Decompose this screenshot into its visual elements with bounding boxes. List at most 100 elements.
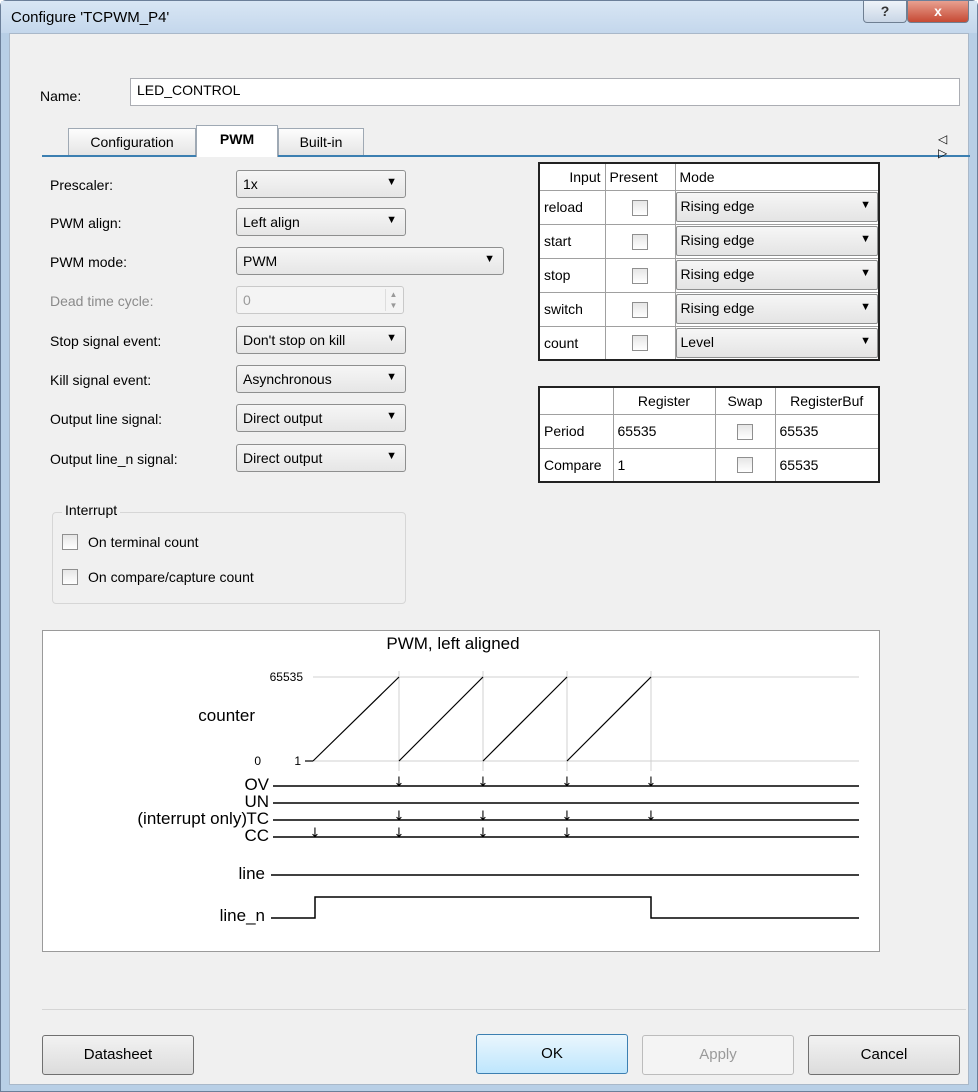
- pwm-waveform-diagram: PWM, left aligned counter 65535 0 1 OV U…: [42, 630, 880, 952]
- tab-underline: [42, 155, 970, 157]
- output-line-select[interactable]: Direct output ▼: [236, 404, 406, 432]
- dead-time-spinbox[interactable]: 0 ▲ ▼: [236, 286, 404, 314]
- waveform-svg: PWM, left aligned counter 65535 0 1 OV U…: [137, 634, 859, 925]
- register-value[interactable]: 1: [612, 447, 716, 483]
- svg-text:↓: ↓: [646, 809, 657, 824]
- pwm-align-label: PWM align:: [50, 215, 122, 231]
- column-header: Present: [604, 162, 676, 191]
- svg-text:↓: ↓: [478, 826, 489, 841]
- stop-signal-select[interactable]: Don't stop on kill ▼: [236, 326, 406, 354]
- chevron-down-icon: ▼: [386, 214, 397, 226]
- chevron-down-icon: ▼: [386, 332, 397, 344]
- present-checkbox[interactable]: [632, 233, 648, 250]
- compare-capture-checkbox[interactable]: [62, 569, 78, 585]
- input-name: reload: [538, 189, 606, 225]
- output-line-n-label: Output line_n signal:: [50, 451, 178, 467]
- event-arrows: ↓ ↓ ↓ ↓ ↓ ↓ ↓ ↓ ↓ ↓ ↓ ↓: [310, 775, 657, 841]
- registers-header-row: Register Swap RegisterBuf: [538, 386, 880, 415]
- table-row: reload Rising edge ▼: [538, 189, 880, 225]
- help-button[interactable]: ?: [863, 1, 907, 23]
- swap-checkbox[interactable]: [737, 457, 753, 474]
- mode-value: Rising edge: [680, 266, 755, 282]
- zero-label: 0: [254, 754, 261, 768]
- present-checkbox[interactable]: [632, 199, 648, 216]
- tab-built-in[interactable]: Built-in: [278, 128, 364, 156]
- prescaler-select[interactable]: 1x ▼: [236, 170, 406, 198]
- compare-capture-label: On compare/capture count: [88, 569, 254, 585]
- terminal-count-checkbox[interactable]: [62, 534, 78, 550]
- column-header: Register: [612, 386, 716, 415]
- cancel-button[interactable]: Cancel: [808, 1035, 960, 1075]
- line-n-label: line_n: [220, 906, 265, 925]
- stop-signal-value: Don't stop on kill: [243, 332, 346, 348]
- tab-pwm[interactable]: PWM: [196, 125, 278, 157]
- chevron-down-icon: ▼: [860, 267, 871, 279]
- pwm-mode-select[interactable]: PWM ▼: [236, 247, 504, 275]
- svg-text:↓: ↓: [478, 809, 489, 824]
- output-line-n-select[interactable]: Direct output ▼: [236, 444, 406, 472]
- register-value[interactable]: 65535: [612, 413, 716, 449]
- configure-dialog: Configure 'TCPWM_P4' ? x Name: LED_CONTR…: [0, 0, 978, 1092]
- mode-select[interactable]: Rising edge ▼: [675, 260, 878, 290]
- svg-text:↓: ↓: [310, 826, 321, 841]
- ok-button[interactable]: OK: [476, 1034, 628, 1074]
- tab-scroll-arrows-icon[interactable]: ◁ ▷: [938, 132, 968, 160]
- stop-signal-label: Stop signal event:: [50, 333, 162, 349]
- mode-select[interactable]: Rising edge ▼: [675, 192, 878, 222]
- chevron-down-icon: ▼: [386, 176, 397, 188]
- pwm-align-select[interactable]: Left align ▼: [236, 208, 406, 236]
- present-checkbox[interactable]: [632, 335, 648, 352]
- input-name: stop: [538, 257, 606, 293]
- output-line-n-value: Direct output: [243, 450, 323, 466]
- dead-time-value: 0: [243, 292, 251, 308]
- interrupt-group-title: Interrupt: [62, 502, 121, 518]
- datasheet-button[interactable]: Datasheet: [42, 1035, 194, 1075]
- tab-configuration[interactable]: Configuration: [68, 128, 196, 156]
- table-row: switch Rising edge ▼: [538, 291, 880, 327]
- chevron-down-icon: ▼: [860, 233, 871, 245]
- chevron-down-icon: ▼: [386, 410, 397, 422]
- input-name: count: [538, 325, 606, 361]
- swap-checkbox[interactable]: [737, 423, 753, 440]
- chevron-down-icon: ▼: [386, 371, 397, 383]
- counter-label: counter: [198, 706, 255, 725]
- register-buf-value[interactable]: 65535: [774, 413, 880, 449]
- mode-value: Rising edge: [680, 198, 755, 214]
- column-header: [538, 386, 614, 415]
- svg-text:↓: ↓: [562, 775, 573, 790]
- mode-value: Rising edge: [680, 232, 755, 248]
- mode-select[interactable]: Rising edge ▼: [675, 226, 878, 256]
- register-buf-value[interactable]: 65535: [774, 447, 880, 483]
- column-header: RegisterBuf: [774, 386, 880, 415]
- one-label: 1: [294, 754, 301, 768]
- kill-signal-select[interactable]: Asynchronous ▼: [236, 365, 406, 393]
- mode-select[interactable]: Rising edge ▼: [675, 294, 878, 324]
- apply-button[interactable]: Apply: [642, 1035, 794, 1075]
- close-button[interactable]: x: [907, 1, 969, 23]
- chevron-down-icon: ▼: [386, 450, 397, 462]
- terminal-count-label: On terminal count: [88, 534, 199, 550]
- mode-value: Level: [680, 333, 714, 350]
- mode-select[interactable]: Level ▼: [675, 327, 878, 358]
- column-header: Mode: [674, 162, 880, 191]
- input-name: switch: [538, 291, 606, 327]
- line-label: line: [239, 864, 265, 883]
- column-header: Swap: [714, 386, 776, 415]
- svg-text:↓: ↓: [394, 826, 405, 841]
- table-row: Compare 1 65535: [538, 447, 880, 483]
- footer-separator: [42, 1009, 966, 1010]
- svg-text:↓: ↓: [646, 775, 657, 790]
- max-label: 65535: [270, 670, 304, 684]
- chevron-down-icon: ▼: [860, 334, 871, 347]
- kill-signal-label: Kill signal event:: [50, 372, 152, 388]
- inputs-table: Input Present Mode reload Rising edge ▼ s…: [538, 162, 880, 361]
- present-checkbox[interactable]: [632, 267, 648, 284]
- svg-text:↓: ↓: [562, 809, 573, 824]
- chevron-down-icon: ▼: [484, 253, 495, 265]
- interrupt-group: [52, 512, 406, 604]
- gridlines: [313, 671, 859, 771]
- name-input[interactable]: LED_CONTROL: [130, 78, 960, 106]
- svg-text:↓: ↓: [394, 775, 405, 790]
- kill-signal-value: Asynchronous: [243, 371, 332, 387]
- present-checkbox[interactable]: [632, 301, 648, 318]
